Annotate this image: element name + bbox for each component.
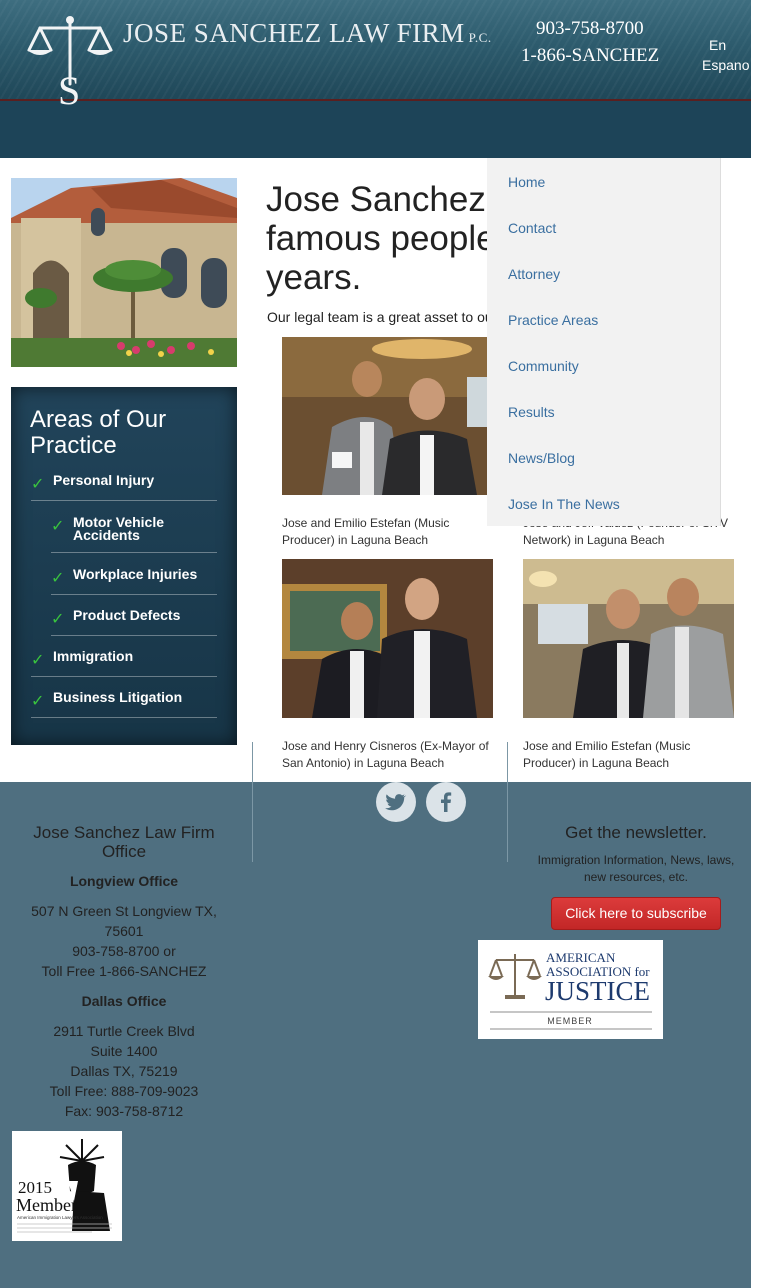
practice-area-motor-vehicle[interactable]: ✓ Motor Vehicle Accidents (51, 515, 217, 553)
footer-divider (507, 742, 508, 862)
nav-item-community[interactable]: Community (508, 358, 579, 374)
language-spanish-link[interactable]: Espano (702, 57, 749, 73)
newsletter-description: Immigration Information, News, laws, new… (537, 853, 735, 884)
phone-number-tollfree[interactable]: 1-866-SANCHEZ (521, 45, 659, 67)
dallas-address-line: 2911 Turtle Creek Blvd (53, 1023, 195, 1039)
dallas-fax: Fax: 903-758-8712 (64, 1103, 184, 1119)
aaj-line-1: AMERICAN (546, 950, 616, 965)
longview-address-line: 507 N Green St Longview TX, (31, 903, 217, 919)
twitter-button[interactable] (376, 782, 416, 822)
nav-item-attorney[interactable]: Attorney (508, 266, 560, 282)
phone-number-primary[interactable]: 903-758-8700 (536, 18, 644, 40)
office-section-title: Jose Sanchez Law Firm Office (33, 823, 215, 861)
aila-member-badge[interactable]: 2015 Member American Immigration Lawyers… (12, 1131, 122, 1241)
gallery-photo-estefan-2[interactable] (523, 559, 734, 718)
nav-item-news-blog[interactable]: News/Blog (508, 450, 575, 466)
subscribe-button[interactable]: Click here to subscribe (551, 897, 721, 930)
aaj-member-badge[interactable]: AMERICAN ASSOCIATION for JUSTICE MEMBER (478, 940, 663, 1039)
aila-org: American Immigration Lawyers Association (17, 1215, 103, 1220)
practice-areas-title: Areas of Our Practice (30, 406, 167, 459)
practice-area-personal-injury[interactable]: ✓ Personal Injury (31, 473, 217, 501)
longview-phone[interactable]: 903-758-8700 or (12, 941, 236, 961)
nav-item-contact[interactable]: Contact (508, 220, 556, 236)
gallery-photo-estefan[interactable] (282, 337, 493, 495)
longview-office-heading: Longview Office (69, 873, 179, 889)
longview-tollfree[interactable]: Toll Free 1-866-SANCHEZ (12, 961, 236, 981)
aaj-member-label: MEMBER (547, 1016, 593, 1026)
main-nav-dropdown: Home Contact Attorney Practice Areas Com… (487, 158, 721, 526)
scales-of-justice-logo[interactable]: S (26, 14, 114, 108)
practice-area-business-litigation[interactable]: ✓ Business Litigation (31, 690, 217, 718)
aila-member: Member (16, 1195, 77, 1215)
dallas-city: Dallas TX, 75219 (70, 1063, 178, 1079)
twitter-icon (385, 794, 407, 811)
footer-divider (252, 742, 253, 862)
nav-band (0, 101, 751, 158)
gallery-caption: Jose and Emilio Estefan (Music Producer)… (523, 739, 691, 770)
intro-text: Our legal team is a great asset to our (267, 309, 498, 325)
practice-area-product-defects[interactable]: ✓ Product Defects (51, 608, 217, 636)
practice-area-workplace-injuries[interactable]: ✓ Workplace Injuries (51, 567, 217, 595)
check-icon: ✓ (51, 611, 65, 628)
office-building-photo (11, 178, 237, 367)
nav-item-results[interactable]: Results (508, 404, 555, 420)
gallery-photo-cisneros[interactable] (282, 559, 493, 718)
facebook-icon (441, 792, 452, 812)
dallas-suite: Suite 1400 (90, 1043, 158, 1059)
practice-areas-panel: Areas of Our Practice ✓ Personal Injury … (11, 387, 237, 745)
check-icon: ✓ (51, 570, 65, 587)
check-icon: ✓ (31, 476, 45, 493)
nav-item-practice-areas[interactable]: Practice Areas (508, 312, 598, 328)
check-icon: ✓ (31, 652, 45, 669)
practice-area-immigration[interactable]: ✓ Immigration (31, 649, 217, 677)
firm-name[interactable]: JOSE SANCHEZ LAW FIRM P.C. (123, 18, 492, 49)
check-icon: ✓ (31, 693, 45, 710)
gallery-caption: Jose and Emilio Estefan (Music Producer)… (282, 516, 450, 547)
dallas-office-heading: Dallas Office (81, 993, 167, 1009)
language-english-link[interactable]: En (709, 37, 726, 53)
facebook-button[interactable] (426, 782, 466, 822)
newsletter-title: Get the newsletter. (565, 823, 707, 842)
gallery-caption: Jose and Henry Cisneros (Ex-Mayor of San… (282, 739, 489, 770)
nav-item-jose-in-the-news[interactable]: Jose In The News (508, 496, 620, 512)
svg-text:S: S (58, 68, 80, 108)
aaj-line-3: JUSTICE (545, 976, 650, 1006)
firm-suffix: P.C. (468, 30, 492, 45)
nav-item-home[interactable]: Home (508, 174, 545, 190)
longview-zip: 75601 (104, 923, 144, 939)
check-icon: ✓ (51, 518, 65, 535)
dallas-tollfree[interactable]: Toll Free: 888-709-9023 (12, 1081, 236, 1101)
